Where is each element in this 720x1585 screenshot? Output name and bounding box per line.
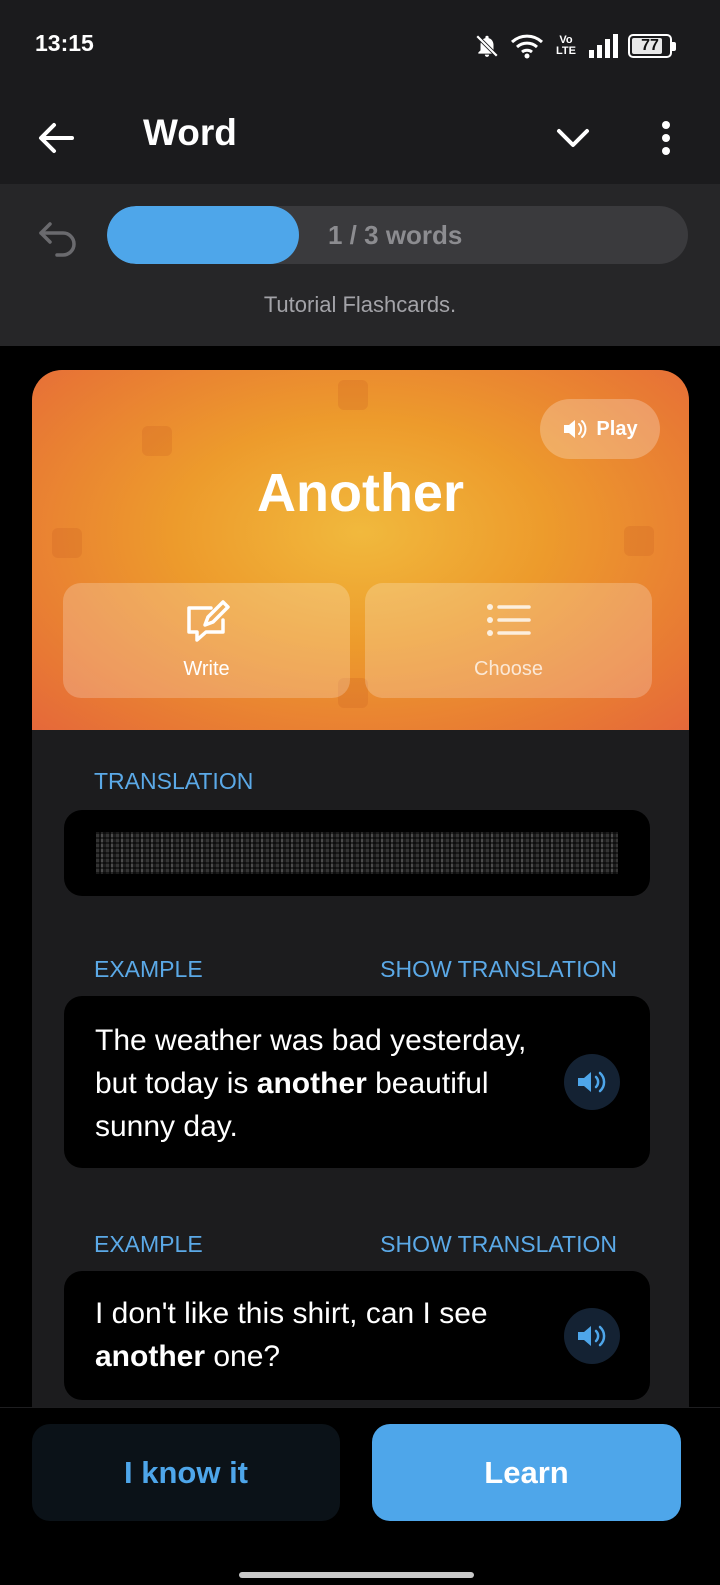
- app-bar: Word: [0, 92, 720, 184]
- example-label: EXAMPLE: [94, 956, 203, 982]
- write-mode-button[interactable]: Write: [63, 583, 350, 698]
- write-mode-label: Write: [183, 658, 230, 680]
- speaker-icon: [564, 420, 587, 438]
- watermark-logo-icon: [338, 380, 368, 410]
- translation-field[interactable]: [64, 810, 650, 896]
- play-label: Play: [596, 417, 638, 440]
- network-type: Vo LTE: [556, 34, 576, 57]
- choose-mode-label: Choose: [474, 658, 543, 680]
- progress-area: 1 / 3 words Tutorial Flashcards.: [0, 184, 720, 346]
- deck-subtitle: Tutorial Flashcards.: [263, 292, 457, 317]
- progress-fill: [107, 206, 299, 264]
- watermark-logo-icon: [52, 528, 82, 558]
- progress-label: 1 / 3 words: [328, 220, 463, 250]
- example-speaker-button[interactable]: [564, 1054, 620, 1110]
- wifi-icon: [510, 34, 544, 59]
- example-sentence: I don't like this shirt, can I see anoth…: [95, 1297, 488, 1373]
- back-arrow-icon[interactable]: [34, 116, 78, 160]
- example-card: I don't like this shirt, can I see anoth…: [64, 1271, 650, 1400]
- example-speaker-button[interactable]: [564, 1308, 620, 1364]
- play-button[interactable]: Play: [540, 399, 660, 459]
- example-label: EXAMPLE: [94, 1231, 203, 1257]
- speaker-icon: [578, 1071, 606, 1093]
- undo-icon[interactable]: [36, 212, 82, 258]
- flashcard: Play Another Write Choose TRANSLATION EX…: [32, 370, 689, 1440]
- write-icon: [186, 600, 230, 642]
- example-sentence: The weather was bad yesterday, but today…: [95, 1024, 527, 1143]
- watermark-logo-icon: [624, 526, 654, 556]
- home-indicator[interactable]: [239, 1572, 474, 1578]
- flashcard-word: Another: [257, 463, 464, 523]
- battery-icon: 77: [628, 34, 676, 58]
- watermark-logo-icon: [142, 426, 172, 456]
- status-time: 13:15: [35, 30, 94, 56]
- hidden-translation: [96, 832, 618, 874]
- signal-icon: [589, 34, 618, 58]
- choose-mode-button[interactable]: Choose: [365, 583, 652, 698]
- bell-off-icon: [475, 34, 499, 58]
- page-title: Word: [143, 112, 237, 153]
- list-icon: [486, 604, 531, 636]
- battery-level: 77: [641, 37, 659, 54]
- chevron-down-icon[interactable]: [553, 118, 593, 158]
- bottom-action-bar: I know it Learn: [0, 1407, 720, 1585]
- example-card: The weather was bad yesterday, but today…: [64, 996, 650, 1168]
- flashcard-hero: Play Another Write Choose: [32, 370, 689, 730]
- status-bar: 13:15 Vo LTE 77: [0, 0, 720, 92]
- translation-label: TRANSLATION: [94, 768, 254, 794]
- show-translation-link[interactable]: SHOW TRANSLATION: [380, 1231, 617, 1258]
- learn-button[interactable]: Learn: [372, 1424, 681, 1521]
- speaker-icon: [578, 1325, 606, 1347]
- more-vertical-icon[interactable]: [648, 116, 684, 160]
- show-translation-link[interactable]: SHOW TRANSLATION: [380, 956, 617, 983]
- i-know-it-button[interactable]: I know it: [32, 1424, 340, 1521]
- status-icons: Vo LTE 77: [474, 30, 676, 62]
